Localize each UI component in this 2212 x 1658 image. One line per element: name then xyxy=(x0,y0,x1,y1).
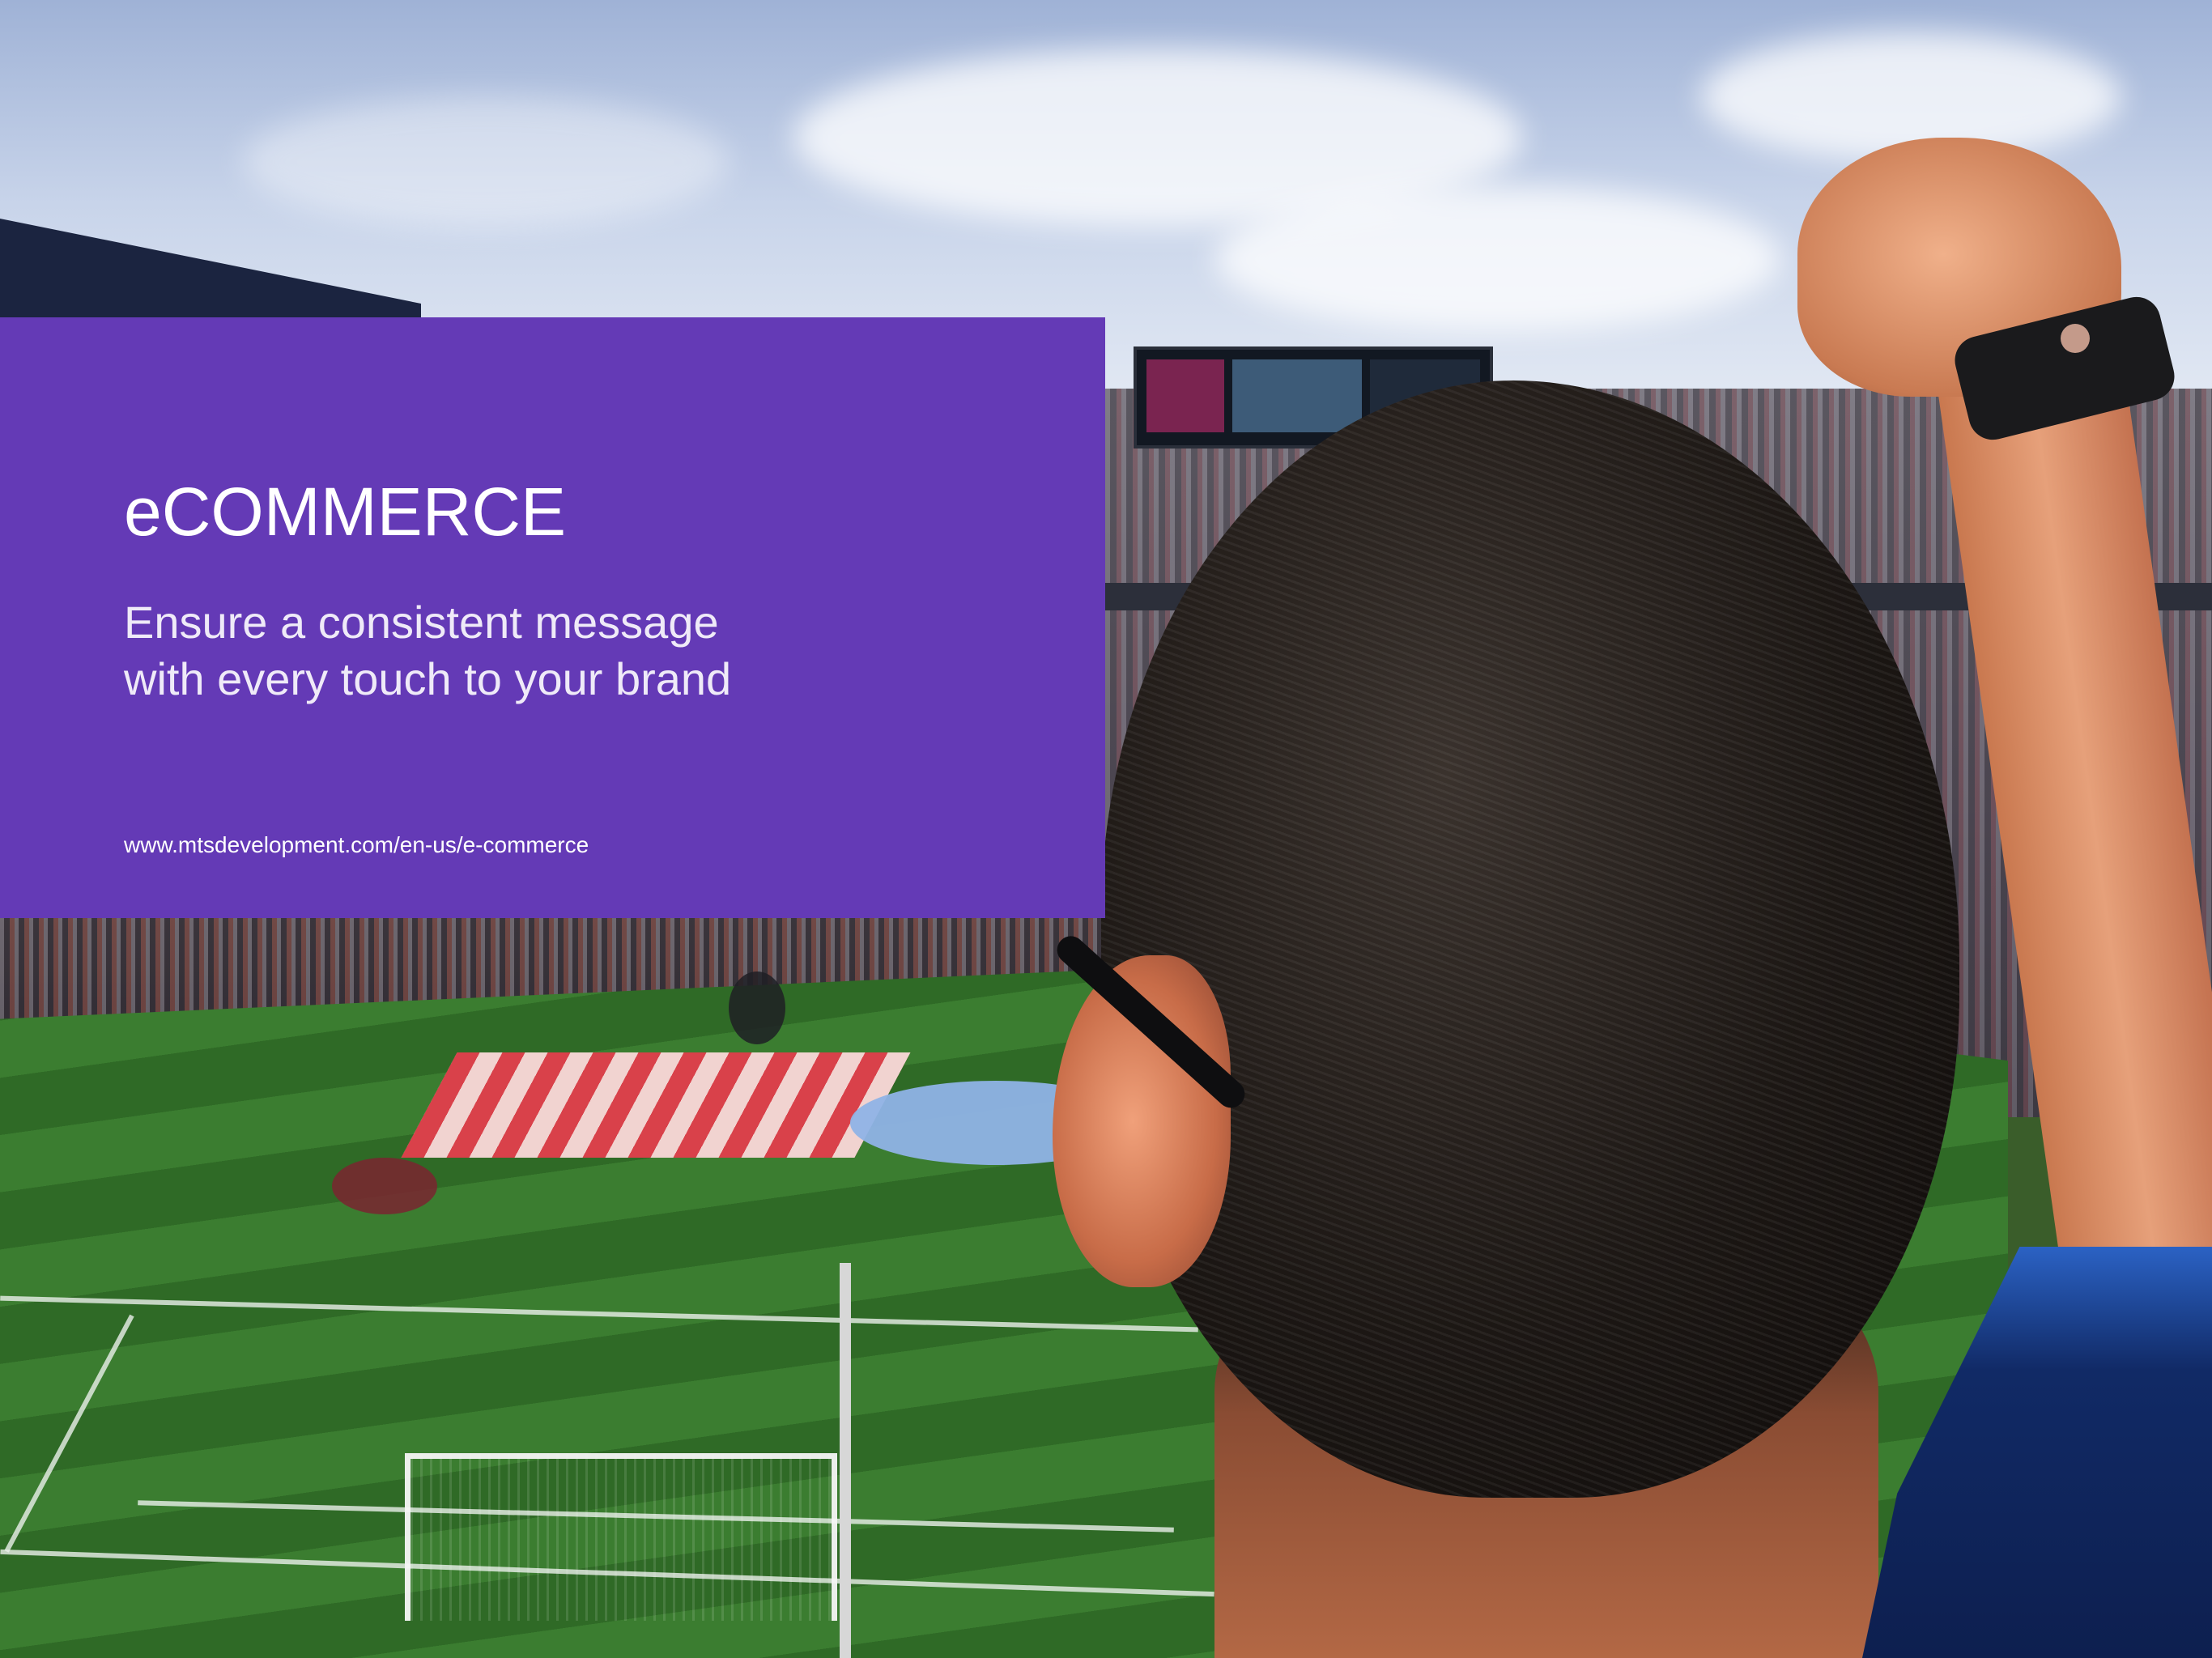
hero-panel: eCOMMERCE Ensure a consistent message wi… xyxy=(0,317,1105,918)
hero-title: eCOMMERCE xyxy=(124,474,567,550)
hero-subtitle-line: with every touch to your brand xyxy=(124,653,732,704)
hero-subtitle: Ensure a consistent message with every t… xyxy=(124,594,731,708)
goal-net xyxy=(405,1453,837,1621)
corner-pole xyxy=(840,1263,851,1658)
wristband-stud xyxy=(2061,324,2090,353)
hero-subtitle-line: Ensure a consistent message xyxy=(124,597,719,648)
hero-url-link[interactable]: www.mtsdevelopment.com/en-us/e-commerce xyxy=(124,832,589,858)
stadium-flag xyxy=(401,1052,911,1158)
